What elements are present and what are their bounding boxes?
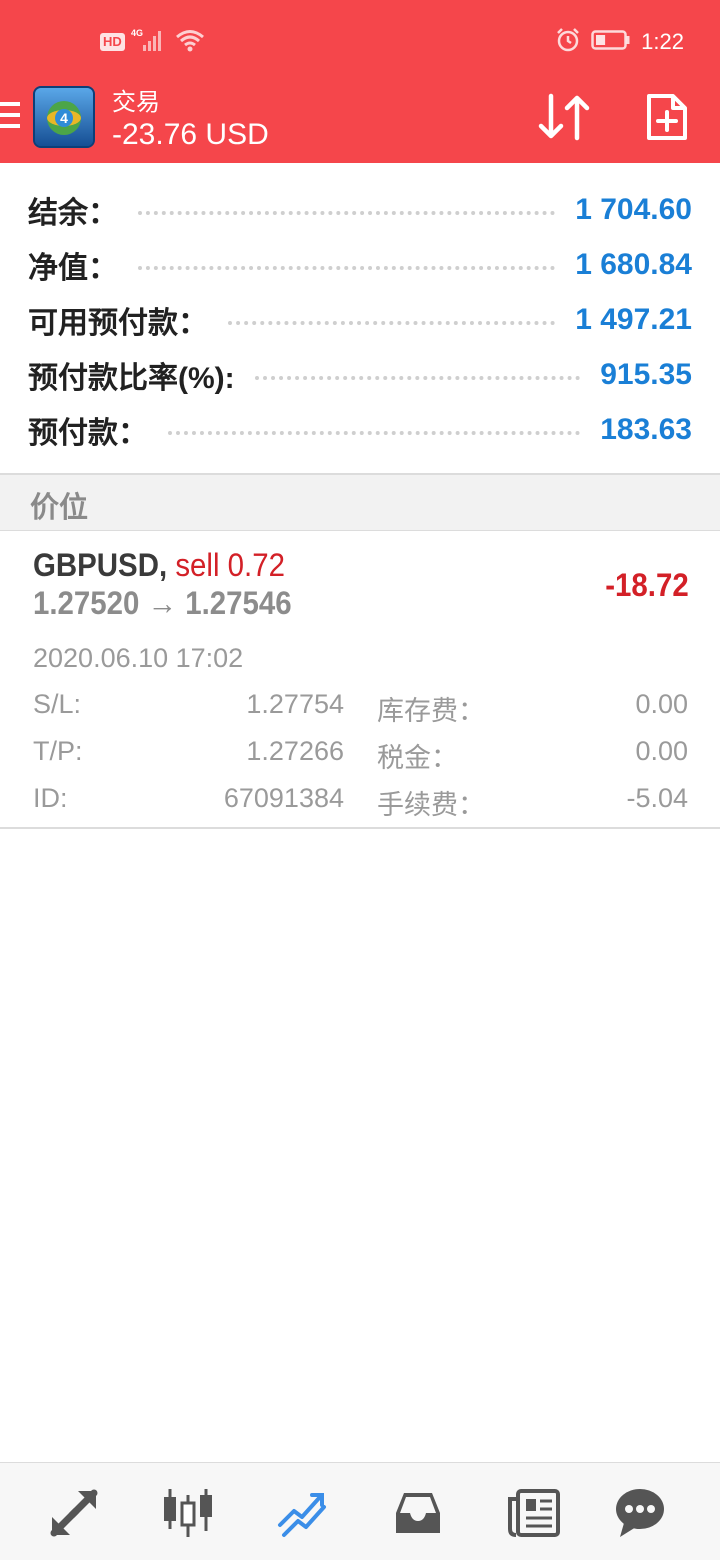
status-bar: HD 4G 1:22 [0,0,720,80]
dot-leader [254,376,581,380]
battery-icon [591,29,631,56]
messages-icon[interactable] [612,1485,668,1541]
balance-value: 1 704.60 [575,193,692,226]
app-header: 4 交易 -23.76 USD [0,80,720,163]
balance-label: 结余： [28,197,118,230]
position-profit: -18.72 [605,567,689,603]
position-item[interactable]: GBPUSD, sell 0.72 1.27520 → 1.27546 -18.… [0,531,720,829]
menu-icon[interactable] [0,102,22,130]
free-margin-label: 可用预付款： [28,307,208,340]
sort-arrows-icon[interactable] [535,92,593,142]
free-margin-row: 可用预付款： 1 497.21 [28,298,692,342]
position-side-volume: sell 0.72 [175,547,285,583]
page-title: 交易 [112,89,160,116]
bottom-navigation [0,1462,720,1560]
equity-label: 净值： [28,252,118,285]
margin-row: 预付款： 183.63 [28,408,692,452]
news-icon[interactable] [506,1485,562,1541]
position-symbol: GBPUSD, [33,547,168,583]
taxes-value: 0.00 [635,736,688,766]
wifi-icon [175,28,205,57]
position-prices: 1.27520 → 1.27546 [33,585,292,622]
quotes-icon[interactable] [46,1485,102,1541]
svg-text:4: 4 [60,110,68,126]
hd-badge: HD [100,33,125,51]
status-bar-right: 1:22 [555,26,684,58]
top-bar: HD 4G 1:22 4 交易 -23.76 USD [0,0,720,163]
dot-leader [228,321,556,325]
free-margin-value: 1 497.21 [575,303,692,336]
sl-value: 1.27754 [246,689,344,719]
id-value: 67091384 [223,783,344,813]
id-label: ID: [33,783,68,813]
margin-level-value: 915.35 [600,358,692,391]
tp-label: T/P: [33,736,83,766]
positions-header-label: 价位 [30,492,89,524]
account-summary: 结余： 1 704.60 净值： 1 680.84 可用预付款： 1 497.2… [0,163,720,475]
dot-leader [138,266,556,270]
history-icon[interactable] [390,1485,446,1541]
signal-icon: 4G [131,27,169,58]
alarm-icon [555,27,581,58]
current-price: 1.27546 [185,585,292,621]
taxes-label: 税金： [377,743,458,773]
equity-value: 1 680.84 [575,248,692,281]
new-order-icon[interactable] [645,92,689,142]
network-type: 4G [131,28,143,38]
chart-icon[interactable] [160,1485,216,1541]
trade-icon[interactable] [274,1485,330,1541]
position-open-time: 2020.06.10 17:02 [33,643,244,673]
margin-level-label: 预付款比率(%): [28,362,235,395]
commission-value: -5.04 [626,783,688,813]
status-bar-left: HD 4G [100,28,205,56]
swap-label: 库存费： [377,696,485,726]
clock: 1:22 [641,29,684,54]
positions-section-header: 价位 [0,475,720,531]
margin-label: 预付款： [28,417,148,450]
swap-value: 0.00 [635,689,688,719]
price-arrow: → [147,585,178,621]
position-title: GBPUSD, sell 0.72 [33,547,285,584]
dot-leader [138,211,556,215]
dot-leader [168,431,581,435]
open-price: 1.27520 [33,585,140,621]
margin-value: 183.63 [600,413,692,446]
margin-level-row: 预付款比率(%): 915.35 [28,353,692,397]
floating-profit: -23.76 USD [112,118,269,151]
balance-row: 结余： 1 704.60 [28,188,692,232]
equity-row: 净值： 1 680.84 [28,243,692,287]
commission-label: 手续费： [377,790,485,820]
tp-value: 1.27266 [246,736,344,766]
sl-label: S/L: [33,689,82,719]
mt4-logo[interactable]: 4 [33,86,95,148]
